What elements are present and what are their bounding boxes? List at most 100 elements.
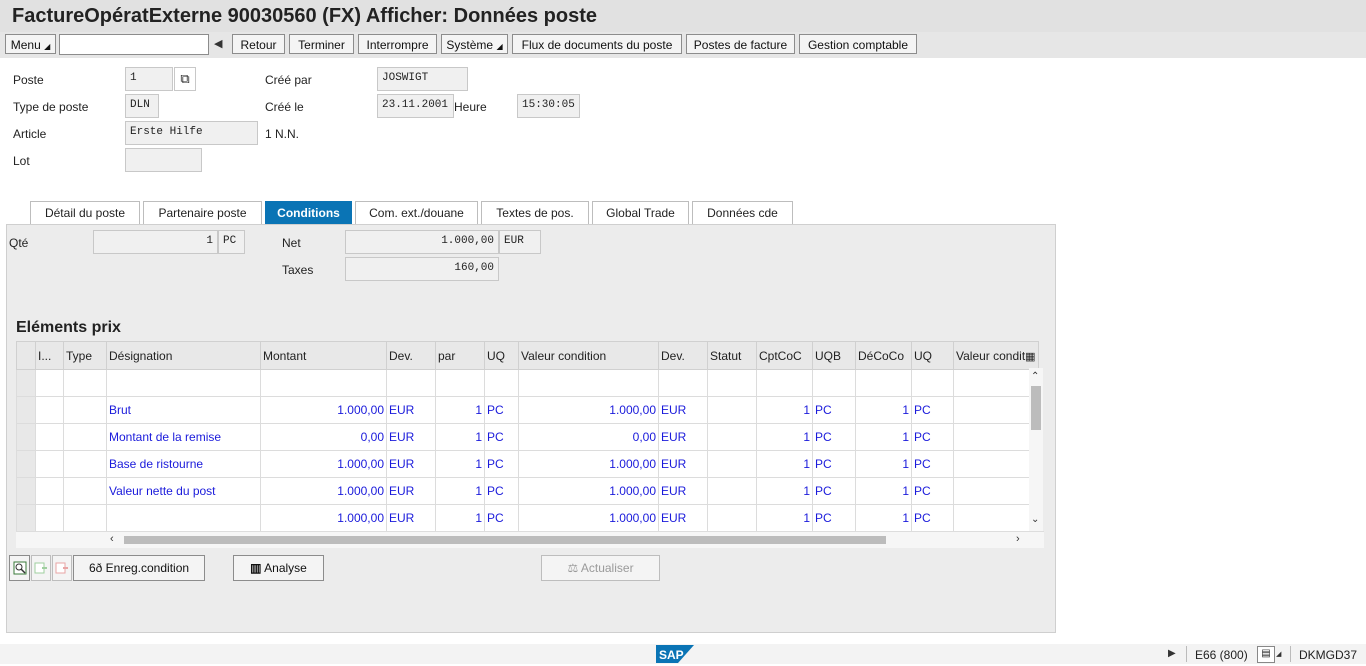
column-header[interactable]: I... — [35, 341, 64, 370]
table-cell[interactable]: EUR — [658, 396, 708, 424]
poste-field[interactable]: 1 — [125, 67, 173, 91]
column-header[interactable]: Valeur condition — [518, 341, 659, 370]
table-cell[interactable] — [911, 369, 954, 397]
table-cell[interactable]: 1 — [756, 450, 813, 478]
table-cell[interactable]: EUR — [386, 423, 436, 451]
tax-field[interactable]: 160,00 — [345, 257, 499, 281]
tab-foreign-trade[interactable]: Com. ext./douane — [355, 201, 478, 224]
play-icon[interactable]: ▶ — [1168, 648, 1176, 659]
table-cell[interactable] — [707, 450, 757, 478]
column-header[interactable]: UQB — [812, 341, 856, 370]
column-header[interactable]: Valeur condit▦ — [953, 341, 1039, 370]
row-selector[interactable] — [16, 396, 36, 424]
table-cell[interactable] — [63, 369, 107, 397]
table-cell[interactable] — [63, 423, 107, 451]
column-header[interactable]: UQ — [911, 341, 954, 370]
table-cell[interactable]: PC — [812, 504, 856, 532]
column-header[interactable]: Statut — [707, 341, 757, 370]
table-row[interactable] — [16, 369, 1039, 397]
chevron-left-icon[interactable]: ‹ — [110, 533, 114, 545]
table-cell[interactable] — [35, 504, 64, 532]
table-cell[interactable] — [707, 369, 757, 397]
table-cell[interactable]: 1.000,00 — [260, 504, 387, 532]
copy-icon[interactable]: ⧉ — [174, 67, 196, 91]
table-row[interactable]: Base de ristourne 1.000,00 EUR 1 PC 1.000,00 E… — [16, 450, 1039, 478]
table-cell[interactable] — [35, 450, 64, 478]
table-cell[interactable] — [953, 477, 1039, 505]
delete-row-icon[interactable] — [52, 555, 72, 581]
qty-field[interactable]: 1 — [93, 230, 218, 254]
net-field[interactable]: 1.000,00 — [345, 230, 499, 254]
analysis-button[interactable]: ▥ Analyse — [233, 555, 324, 581]
created-on-field[interactable]: 23.11.2001 — [377, 94, 454, 118]
update-button[interactable]: ⚖ Actualiser — [541, 555, 660, 581]
chevron-down-icon[interactable]: ⌄ — [1031, 514, 1039, 525]
table-cell[interactable]: PC — [484, 504, 519, 532]
table-cell[interactable]: Montant de la remise — [106, 423, 261, 451]
table-cell[interactable]: EUR — [386, 477, 436, 505]
command-field[interactable] — [59, 34, 209, 55]
table-cell[interactable] — [35, 396, 64, 424]
table-cell[interactable]: PC — [812, 477, 856, 505]
table-cell[interactable]: 0,00 — [260, 423, 387, 451]
table-cell[interactable]: PC — [812, 450, 856, 478]
tab-conditions[interactable]: Conditions — [265, 201, 352, 224]
table-cell[interactable] — [953, 504, 1039, 532]
table-cell[interactable]: EUR — [386, 450, 436, 478]
row-selector-header[interactable] — [16, 341, 36, 370]
back-button[interactable]: Retour — [232, 34, 285, 54]
table-cell[interactable] — [855, 369, 912, 397]
table-cell[interactable]: PC — [484, 396, 519, 424]
table-cell[interactable] — [35, 369, 64, 397]
column-header[interactable]: par — [435, 341, 485, 370]
table-cell[interactable]: 1.000,00 — [518, 450, 659, 478]
table-cell[interactable]: PC — [911, 396, 954, 424]
table-cell[interactable]: EUR — [658, 504, 708, 532]
table-cell[interactable]: 1 — [855, 477, 912, 505]
article-field[interactable]: Erste Hilfe — [125, 121, 258, 145]
table-cell[interactable]: 1.000,00 — [518, 504, 659, 532]
record-condition-button[interactable]: 6ð Enreg.condition — [73, 555, 205, 581]
table-cell[interactable] — [260, 369, 387, 397]
table-cell[interactable]: EUR — [658, 423, 708, 451]
table-row[interactable]: Valeur nette du post 1.000,00 EUR 1 PC 1.000,… — [16, 477, 1039, 505]
table-cell[interactable]: Valeur nette du post — [106, 477, 261, 505]
table-cell[interactable] — [106, 504, 261, 532]
table-cell[interactable]: 1 — [855, 396, 912, 424]
tab-global-trade[interactable]: Global Trade — [592, 201, 689, 224]
table-cell[interactable] — [953, 450, 1039, 478]
row-selector[interactable] — [16, 477, 36, 505]
table-cell[interactable]: 1.000,00 — [260, 477, 387, 505]
table-cell[interactable]: 1 — [756, 477, 813, 505]
table-cell[interactable] — [953, 423, 1039, 451]
table-cell[interactable] — [658, 369, 708, 397]
row-selector[interactable] — [16, 423, 36, 451]
table-cell[interactable]: PC — [484, 423, 519, 451]
tab-item-partner[interactable]: Partenaire poste — [143, 201, 262, 224]
table-cell[interactable]: EUR — [658, 477, 708, 505]
type-field[interactable]: DLN — [125, 94, 159, 118]
table-cell[interactable] — [435, 369, 485, 397]
table-cell[interactable]: 1 — [435, 477, 485, 505]
column-header[interactable]: UQ — [484, 341, 519, 370]
table-cell[interactable] — [386, 369, 436, 397]
table-cell[interactable]: EUR — [386, 396, 436, 424]
table-cell[interactable] — [63, 450, 107, 478]
vertical-scroll-thumb[interactable] — [1031, 386, 1041, 430]
lot-field[interactable] — [125, 148, 202, 172]
column-header[interactable]: Montant — [260, 341, 387, 370]
created-by-field[interactable]: JOSWIGT — [377, 67, 468, 91]
accounting-button[interactable]: Gestion comptable — [799, 34, 917, 54]
table-cell[interactable]: PC — [911, 450, 954, 478]
detail-icon[interactable] — [9, 555, 30, 581]
table-cell[interactable] — [63, 396, 107, 424]
chevron-right-icon[interactable]: › — [1016, 533, 1020, 545]
table-cell[interactable] — [35, 423, 64, 451]
table-cell[interactable]: 1 — [756, 423, 813, 451]
vertical-scrollbar[interactable]: ⌃ ⌄ — [1029, 368, 1043, 531]
table-cell[interactable]: PC — [484, 477, 519, 505]
session-icon[interactable]: ▤ — [1257, 646, 1275, 663]
table-cell[interactable]: PC — [911, 477, 954, 505]
table-row[interactable]: Montant de la remise 0,00 EUR 1 PC 0,00 EUR 1 PC… — [16, 423, 1039, 451]
menu-button[interactable]: Menu ◢ — [5, 34, 56, 54]
